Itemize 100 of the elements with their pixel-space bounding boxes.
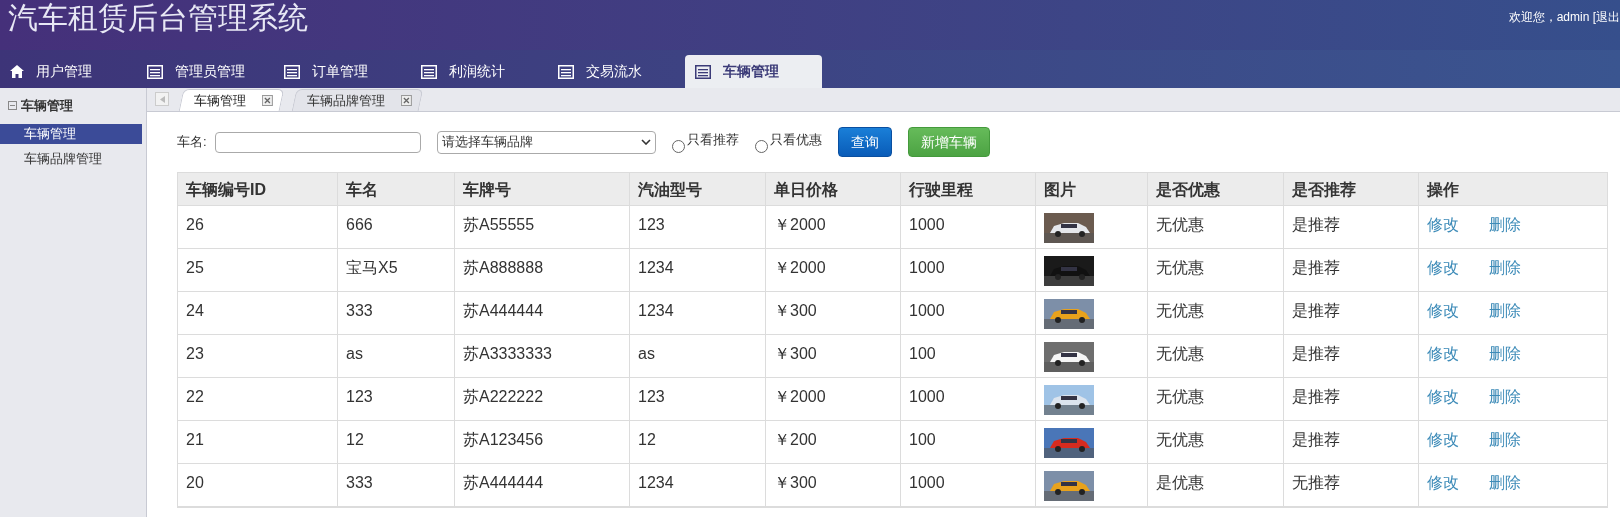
action-link[interactable]: 删除 [1489, 471, 1521, 495]
column-header: 车辆编号ID [178, 173, 338, 205]
table-cell: 123 [630, 378, 766, 420]
column-header: 车名 [338, 173, 455, 205]
table-cell: 苏A444444 [455, 464, 630, 506]
table-cell: 1234 [630, 464, 766, 506]
nav-tab[interactable]: 车辆管理 [685, 55, 822, 88]
radio-label: 只看推荐 [686, 131, 739, 150]
close-icon[interactable] [400, 95, 412, 106]
welcome-text: 欢迎您，admin [退出 [1508, 9, 1620, 26]
column-header: 行驶里程 [901, 173, 1036, 205]
table-cell: ￥2000 [766, 206, 901, 248]
table-cell: 1000 [901, 464, 1036, 506]
table-cell: 123 [630, 206, 766, 248]
action-link[interactable]: 修改 [1427, 471, 1459, 495]
action-link[interactable]: 修改 [1427, 385, 1459, 409]
table-cell: 22 [178, 378, 338, 420]
table-cell: 无优惠 [1148, 206, 1284, 248]
nav-tab[interactable]: 利润统计 [411, 55, 548, 88]
table-cell: 宝马X5 [338, 249, 455, 291]
nav-tab[interactable]: 订单管理 [274, 55, 411, 88]
table-cell: 333 [338, 464, 455, 506]
radio-button[interactable] [754, 139, 768, 153]
action-link[interactable]: 删除 [1489, 213, 1521, 237]
name-input-field[interactable] [214, 131, 421, 153]
table-cell: 23 [178, 335, 338, 377]
sidebar-item[interactable]: 车辆品牌管理 [0, 148, 142, 169]
column-header: 汽油型号 [630, 173, 766, 205]
list-icon [147, 64, 163, 79]
table-cell: 苏A444444 [455, 292, 630, 334]
chevron-down-icon [640, 139, 651, 145]
table-cell: 无优惠 [1148, 378, 1284, 420]
list-icon [421, 64, 437, 79]
action-link[interactable]: 修改 [1427, 299, 1459, 323]
action-link[interactable]: 删除 [1489, 342, 1521, 366]
table-cell: as [338, 335, 455, 377]
home-icon [10, 65, 24, 78]
column-header: 操作 [1425, 180, 1460, 200]
action-link[interactable]: 删除 [1489, 428, 1521, 452]
table-cell: 1000 [901, 206, 1036, 248]
name-label: 车名: [177, 133, 207, 152]
action-link[interactable]: 删除 [1489, 385, 1521, 409]
table-cell: 666 [338, 206, 455, 248]
brand-select[interactable]: 请选择车辆品牌 [436, 130, 656, 154]
table-cell: 1000 [901, 378, 1036, 420]
table-cell: ￥2000 [766, 249, 901, 291]
action-link[interactable]: 修改 [1427, 428, 1459, 452]
table-cell: 是推荐 [1284, 206, 1419, 248]
table-cell: 无推荐 [1284, 464, 1419, 506]
add-vehicle-button[interactable]: 新增车辆 [907, 127, 990, 157]
sidebar-item[interactable]: 车辆管理 [0, 123, 142, 144]
table-cell: 是优惠 [1148, 464, 1284, 506]
app-title: 汽车租赁后台管理系统 [8, 0, 308, 36]
table-cell: 无优惠 [1148, 335, 1284, 377]
table-cell: as [630, 335, 766, 377]
action-link[interactable]: 修改 [1427, 256, 1459, 280]
table-cell: 是推荐 [1284, 249, 1419, 291]
action-link[interactable]: 删除 [1489, 299, 1521, 323]
radio-label: 只看优惠 [769, 131, 822, 150]
table-cell: 无优惠 [1148, 249, 1284, 291]
table-cell: 1234 [630, 249, 766, 291]
column-header: 车牌号 [455, 173, 630, 205]
table-cell: 是推荐 [1284, 292, 1419, 334]
table-cell: 123 [338, 378, 455, 420]
table-cell: 100 [901, 421, 1036, 463]
radio-button[interactable] [671, 139, 685, 153]
page-tab[interactable]: 车辆管理 [178, 89, 285, 111]
list-icon [284, 64, 300, 79]
column-header: 图片 [1036, 173, 1148, 205]
table-cell: 苏A3333333 [455, 335, 630, 377]
nav-tab[interactable]: 交易流水 [548, 55, 685, 88]
table-cell: 26 [178, 206, 338, 248]
action-link[interactable]: 修改 [1427, 213, 1459, 237]
table-cell: 苏A123456 [455, 421, 630, 463]
page-tab[interactable]: 车辆品牌管理 [291, 89, 424, 111]
table-cell: 苏A222222 [455, 378, 630, 420]
table-cell: ￥200 [766, 421, 901, 463]
table-cell: ￥300 [766, 464, 901, 506]
table-cell: 25 [178, 249, 338, 291]
table-cell: ￥300 [766, 335, 901, 377]
search-button[interactable]: 查询 [837, 127, 892, 157]
table-cell: 无优惠 [1148, 292, 1284, 334]
column-header: 是否推荐 [1284, 173, 1419, 205]
nav-tab[interactable]: 用户管理 [0, 55, 137, 88]
collapse-icon [8, 101, 17, 111]
table-cell: 1000 [901, 249, 1036, 291]
table-cell: 无优惠 [1148, 421, 1284, 463]
left-arrow-icon [159, 95, 165, 103]
action-link[interactable]: 删除 [1489, 256, 1521, 280]
table-cell: ￥2000 [766, 378, 901, 420]
column-header: 单日价格 [766, 173, 901, 205]
table-cell: 苏A888888 [455, 249, 630, 291]
table-cell: 苏A55555 [455, 206, 630, 248]
action-link[interactable]: 修改 [1427, 342, 1459, 366]
nav-tab[interactable]: 管理员管理 [137, 55, 274, 88]
close-icon[interactable] [261, 95, 273, 106]
list-icon [558, 64, 574, 79]
table-cell: 24 [178, 292, 338, 334]
table-cell: 20 [178, 464, 338, 506]
table-cell: 1000 [901, 292, 1036, 334]
